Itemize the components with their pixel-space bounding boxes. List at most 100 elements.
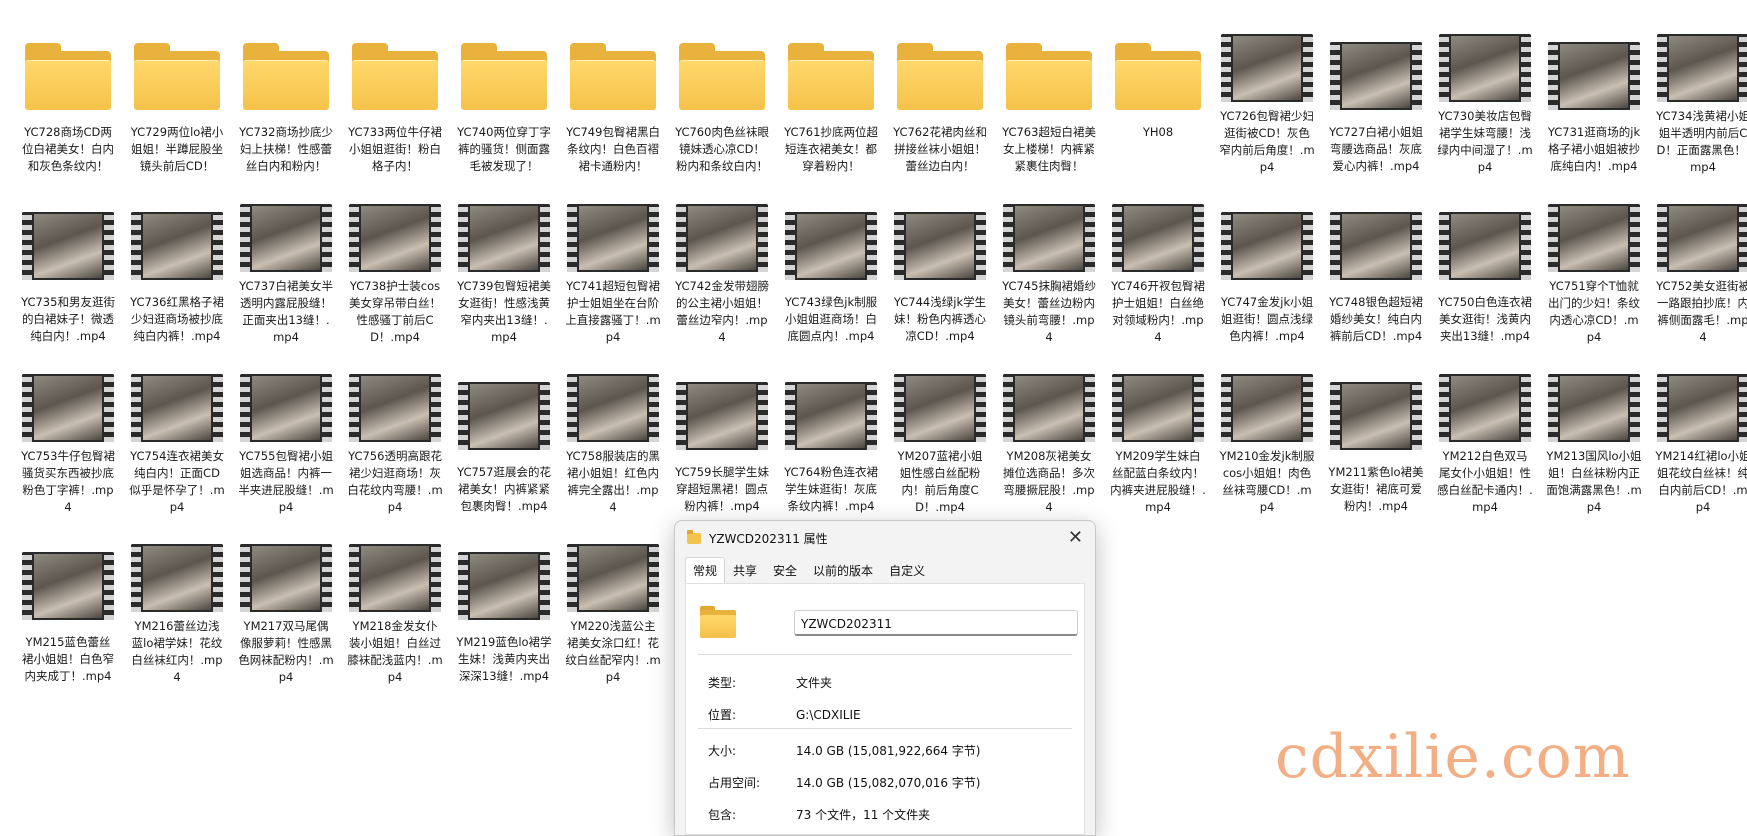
- video-item[interactable]: YM214红裙lo小姐姐花纹白丝袜！纯白内前后CD！.mp4: [1655, 356, 1747, 516]
- video-file-icon: [1330, 372, 1422, 460]
- video-item[interactable]: YC738护士装cos美女穿吊带白丝！性感骚丁前后CD！.mp4: [347, 186, 443, 346]
- row-location-value: G:\CDXILIE: [796, 708, 861, 722]
- video-item[interactable]: YM213国风lo小姐姐！白丝袜粉内正面饱满露黑色！.mp4: [1546, 356, 1642, 516]
- item-label: YC750白色连衣裙美女逛街！浅黄内夹出13缝！.mp4: [1438, 295, 1532, 343]
- video-item[interactable]: YC759长腿学生妹穿超短黑裙！圆点粉内裤！.mp4: [674, 356, 770, 516]
- video-item[interactable]: YC726包臀裙少妇逛街被CD！灰色窄内前后角度！.mp4: [1219, 16, 1315, 176]
- video-item[interactable]: YC734浅黄裙小姐姐半透明内前后CD！正面露黑色！.mp4: [1655, 16, 1747, 176]
- video-item[interactable]: YC735和男友逛街的白裙妹子！微透纯白内！.mp4: [20, 186, 116, 346]
- video-item[interactable]: YM207蓝裙小姐姐性感白丝配粉内！前后角度CD！.mp4: [892, 356, 988, 516]
- video-file-icon: [458, 542, 550, 630]
- row-size-key: 大小:: [708, 744, 737, 758]
- video-item[interactable]: YC748银色超短裙婚纱美女！纯白内裤前后CD！.mp4: [1328, 186, 1424, 346]
- folder-item[interactable]: YC763超短白裙美女上楼梯！内裤紧紧裹住肉臀！: [1001, 16, 1097, 176]
- folder-icon: [131, 32, 223, 120]
- item-label: YC736红黑格子裙少妇逛商场被抄底纯白内裤！.mp4: [130, 295, 224, 343]
- video-item[interactable]: YM220浅蓝公主裙美女涂口红！花纹白丝配窄内！.mp4: [565, 526, 661, 686]
- folder-icon: [458, 32, 550, 120]
- video-file-icon: [785, 202, 877, 290]
- video-file-icon: [349, 542, 441, 614]
- video-file-icon: [131, 542, 223, 614]
- item-label: YC758服装店的黑裙小姐姐！红色内裤完全露出！.mp4: [566, 449, 660, 514]
- video-item[interactable]: YC747金发jk小姐姐逛街！圆点浅绿色内裤！.mp4: [1219, 186, 1315, 346]
- folder-icon: [894, 32, 986, 120]
- folder-name-input[interactable]: YZWCD202311: [794, 610, 1078, 636]
- item-label: YC760肉色丝袜眼镜妹透心凉CD！粉内和条纹白内！: [675, 125, 769, 173]
- item-label: YC742金发带翅膀的公主裙小姐姐！蕾丝边窄内！.mp4: [675, 279, 769, 344]
- video-item[interactable]: YC745抹胸裙婚纱美女！蕾丝边粉内镜头前弯腰！.mp4: [1001, 186, 1097, 346]
- close-icon[interactable]: ✕: [1068, 527, 1083, 548]
- folder-item[interactable]: YH08: [1110, 16, 1206, 176]
- folder-item[interactable]: YC732商场抄底少妇上扶梯！性感蕾丝白内和粉内！: [238, 16, 334, 176]
- tab-general[interactable]: 常规: [685, 557, 726, 583]
- video-item[interactable]: YC744浅绿jk学生妹！粉色内裤透心凉CD！.mp4: [892, 186, 988, 346]
- item-label: YC754连衣裙美女纯白内！正面CD似乎是怀孕了！.mp4: [129, 449, 225, 514]
- folder-icon: [240, 32, 332, 120]
- video-item[interactable]: YC755包臀裙小姐姐选商品！内裤一半夹进屁股缝！.mp4: [238, 356, 334, 516]
- video-item[interactable]: YC731逛商场的jk格子裙小姐姐被抄底纯白内！.mp4: [1546, 16, 1642, 176]
- row-contains: 包含: 73 个文件，11 个文件夹: [708, 806, 930, 823]
- item-label: YH08: [1142, 125, 1174, 139]
- video-item[interactable]: YC743绿色jk制服小姐姐逛商场！白底圆点内！.mp4: [783, 186, 879, 346]
- row-size-value: 14.0 GB (15,081,922,664 字节): [796, 744, 981, 758]
- video-item[interactable]: YC753牛仔包臀裙骚货买东西被抄底粉色丁字裤！.mp4: [20, 356, 116, 516]
- folder-item[interactable]: YC760肉色丝袜眼镜妹透心凉CD！粉内和条纹白内！: [674, 16, 770, 176]
- video-item[interactable]: YC751穿个T恤就出门的少妇！条纹内透心凉CD！.mp4: [1546, 186, 1642, 346]
- video-item[interactable]: YC757逛展会的花裙美女！内裤紧紧包裹肉臀！.mp4: [456, 356, 552, 516]
- video-item[interactable]: YC727白裙小姐姐弯腰选商品！灰底爱心内裤！.mp4: [1328, 16, 1424, 176]
- video-item[interactable]: YC758服装店的黑裙小姐姐！红色内裤完全露出！.mp4: [565, 356, 661, 516]
- video-item[interactable]: YM219蓝色lo裙学生妹！浅黄内夹出深深13缝！.mp4: [456, 526, 552, 686]
- video-item[interactable]: YC737白裙美女半透明内露屁股缝！正面夹出13缝！.mp4: [238, 186, 334, 346]
- video-file-icon: [1112, 202, 1204, 274]
- folder-icon: [676, 32, 768, 120]
- item-label: YC740两位穿丁字裤的骚货！侧面露毛被发现了！: [457, 125, 551, 173]
- video-item[interactable]: YM216蕾丝边浅蓝lo裙学妹！花纹白丝袜红内！.mp4: [129, 526, 225, 686]
- row-size-on-disk-key: 占用空间:: [708, 776, 761, 790]
- video-item[interactable]: YC756透明高跟花裙少妇逛商场！灰白花纹内弯腰！.mp4: [347, 356, 443, 516]
- folder-item[interactable]: YC729两位lo裙小姐姐！半蹲屁股坐镜头前后CD！: [129, 16, 225, 176]
- tab-security[interactable]: 安全: [765, 557, 805, 583]
- folder-icon: [1003, 32, 1095, 120]
- video-item[interactable]: YM211紫色lo裙美女逛街！裙底可爱粉内！.mp4: [1328, 356, 1424, 516]
- video-item[interactable]: YC742金发带翅膀的公主裙小姐姐！蕾丝边窄内！.mp4: [674, 186, 770, 346]
- video-file-icon: [1657, 372, 1747, 444]
- folder-item[interactable]: YC733两位牛仔裙小姐姐逛街！粉白格子内！: [347, 16, 443, 176]
- video-item[interactable]: YM210金发jk制服cos小姐姐！肉色丝袜弯腰CD！.mp4: [1219, 356, 1315, 516]
- video-item[interactable]: YC736红黑格子裙少妇逛商场被抄底纯白内裤！.mp4: [129, 186, 225, 346]
- folder-item[interactable]: YC749包臀裙黑白条纹内！白色百褶裙卡通粉内！: [565, 16, 661, 176]
- video-item[interactable]: YM208灰裙美女摊位选商品！多次弯腰撅屁股！.mp4: [1001, 356, 1097, 516]
- video-item[interactable]: YM212白色双马尾女仆小姐姐！性感白丝配卡通内！.mp4: [1437, 356, 1533, 516]
- video-item[interactable]: YC752美女逛街被一路跟拍抄底！内裤侧面露毛！.mp4: [1655, 186, 1747, 346]
- row-size-on-disk: 占用空间: 14.0 GB (15,082,070,016 字节): [708, 774, 980, 791]
- video-item[interactable]: YM215蓝色蕾丝裙小姐姐！白色窄内夹成丁！.mp4: [20, 526, 116, 686]
- video-item[interactable]: YC741超短包臀裙护士姐姐坐在台阶上直接露骚丁！.mp4: [565, 186, 661, 346]
- item-label: YM217双马尾偶像服萝莉！性感黑色网袜配粉内！.mp4: [238, 619, 334, 684]
- item-label: YC734浅黄裙小姐姐半透明内前后CD！正面露黑色！.mp4: [1656, 109, 1747, 174]
- video-file-icon: [131, 202, 223, 290]
- video-item[interactable]: YM218金发女仆装小姐姐！白丝过膝袜配浅蓝内！.mp4: [347, 526, 443, 686]
- tab-previous-versions[interactable]: 以前的版本: [805, 557, 881, 583]
- item-label: YM219蓝色lo裙学生妹！浅黄内夹出深深13缝！.mp4: [456, 635, 552, 683]
- video-item[interactable]: YM217双马尾偶像服萝莉！性感黑色网袜配粉内！.mp4: [238, 526, 334, 686]
- tab-sharing[interactable]: 共享: [725, 557, 765, 583]
- video-file-icon: [22, 202, 114, 290]
- video-item[interactable]: YC750白色连衣裙美女逛街！浅黄内夹出13缝！.mp4: [1437, 186, 1533, 346]
- folder-item[interactable]: YC728商场CD两位白裙美女！白内和灰色条纹内！: [20, 16, 116, 176]
- item-label: YC732商场抄底少妇上扶梯！性感蕾丝白内和粉内！: [239, 125, 333, 173]
- item-label: YC730美妆店包臀裙学生妹弯腰！浅绿内中间湿了！.mp4: [1437, 109, 1533, 174]
- item-label: YM218金发女仆装小姐姐！白丝过膝袜配浅蓝内！.mp4: [347, 619, 443, 684]
- video-item[interactable]: YC754连衣裙美女纯白内！正面CD似乎是怀孕了！.mp4: [129, 356, 225, 516]
- video-item[interactable]: YC746开衩包臀裙护士姐姐！白丝绝对领域粉内！.mp4: [1110, 186, 1206, 346]
- video-item[interactable]: YC730美妆店包臀裙学生妹弯腰！浅绿内中间湿了！.mp4: [1437, 16, 1533, 176]
- properties-dialog: YZWCD202311 属性 ✕ 常规 共享 安全 以前的版本 自定义 YZWC…: [674, 520, 1096, 836]
- video-item[interactable]: YC764粉色连衣裙学生妹逛街！灰底条纹内裤！.mp4: [783, 356, 879, 516]
- item-label: YC743绿色jk制服小姐姐逛商场！白底圆点内！.mp4: [784, 295, 878, 343]
- item-label: YC745抹胸裙婚纱美女！蕾丝边粉内镜头前弯腰！.mp4: [1002, 279, 1096, 344]
- tab-customize[interactable]: 自定义: [881, 557, 933, 583]
- folder-item[interactable]: YC761抄底两位超短连衣裙美女！都穿着粉内！: [783, 16, 879, 176]
- folder-item[interactable]: YC762花裙肉丝和拼接丝袜小姐姐！蕾丝边白内！: [892, 16, 988, 176]
- video-item[interactable]: YC739包臀短裙美女逛街！性感浅黄窄内夹出13缝！.mp4: [456, 186, 552, 346]
- video-item[interactable]: YM209学生妹白丝配蓝白条纹内！内裤夹进屁股缝！.mp4: [1110, 356, 1206, 516]
- item-label: YM210金发jk制服cos小姐姐！肉色丝袜弯腰CD！.mp4: [1219, 449, 1315, 514]
- folder-item[interactable]: YC740两位穿丁字裤的骚货！侧面露毛被发现了！: [456, 16, 552, 176]
